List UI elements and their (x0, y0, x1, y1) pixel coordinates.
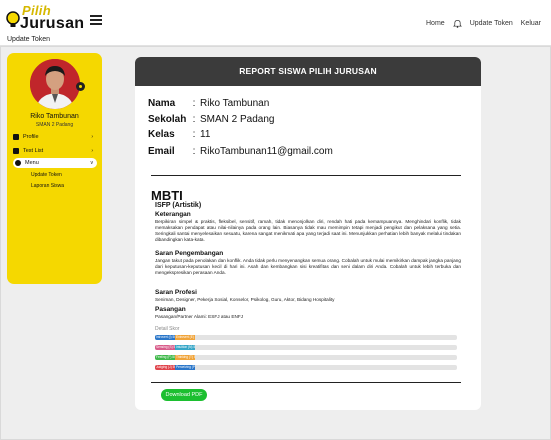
info-colon: : (192, 129, 196, 140)
chevron-down-icon: v (90, 160, 94, 166)
score-segment-a: Sensing (S) 50% (155, 345, 175, 350)
profile-photo (30, 59, 80, 109)
menu-toggle-icon[interactable] (90, 15, 102, 25)
sidebar: Riko Tambunan SMAN 2 Padang Profile › Te… (7, 53, 102, 284)
info-row-sekolah: Sekolah : SMAN 2 Padang (148, 114, 275, 125)
info-row-nama: Nama : Riko Tambunan (148, 98, 269, 109)
score-bar: Feeling (F) 50% Thinking (T) 50% (155, 355, 457, 360)
avatar[interactable] (30, 59, 80, 109)
sidebar-subitem-update-token[interactable]: Update Token (31, 172, 62, 178)
report-header: REPORT SISWA PILIH JURUSAN (135, 57, 481, 86)
info-colon: : (192, 98, 196, 109)
nav-update-token-link[interactable]: Update Token (470, 20, 513, 27)
menu-icon (15, 160, 21, 166)
lightbulb-icon (6, 11, 20, 27)
info-colon: : (192, 114, 196, 125)
pasangan-text: Pasangan/Partner Alami: ESFJ atau ENFJ (155, 314, 244, 319)
app-logo[interactable]: Pilih Jurusan (6, 3, 84, 33)
list-icon (13, 148, 19, 154)
info-value: RikoTambunan11@gmail.com (200, 146, 333, 157)
sidebar-subitem-laporan-siswa[interactable]: Laporan Siswa (31, 183, 64, 189)
score-bar: Judging (J) 50% Perceiving (P) 50% (155, 365, 457, 370)
saran-heading: Saran Pengembangan (155, 250, 224, 257)
mbti-type: ISFP (Artistik) (155, 202, 202, 209)
report-card: REPORT SISWA PILIH JURUSAN Nama : Riko T… (135, 57, 481, 410)
profesi-text: Seniman, Designer, Pekerja Sosial, Konse… (155, 297, 335, 302)
divider (151, 382, 461, 383)
top-bar: Pilih Jurusan Update Token Home Update T… (0, 0, 551, 46)
info-row-email: Email : RikoTambunan11@gmail.com (148, 146, 333, 157)
saran-text: Jangan takut pada penolakan dan konflik.… (155, 258, 461, 275)
sidebar-user-school: SMAN 2 Padang (35, 122, 74, 128)
mbti-title: MBTI (151, 188, 183, 203)
keterangan-heading: Keterangan (155, 211, 191, 218)
sidebar-item-profile[interactable]: Profile › (13, 132, 97, 142)
breadcrumb: Update Token (7, 36, 51, 43)
chevron-right-icon: › (91, 134, 93, 140)
score-segment-b: Perceiving (P) 50% (175, 365, 195, 370)
top-nav: Home Update Token Keluar (426, 19, 541, 28)
score-segment-b: Intuition (N) 50% (175, 345, 195, 350)
user-icon (13, 134, 19, 140)
score-bar: Sensing (S) 50% Intuition (N) 50% (155, 345, 457, 350)
score-segment-b: Extrovert (E) 50% (175, 335, 195, 340)
score-segment-a: Introvert (I) 50% (155, 335, 175, 340)
info-label: Nama (148, 98, 176, 109)
nav-home-link[interactable]: Home (426, 20, 445, 27)
sidebar-item-test-list[interactable]: Test List › (13, 146, 97, 156)
score-bar: Introvert (I) 50% Extrovert (E) 50% (155, 335, 457, 340)
info-value: SMAN 2 Padang (200, 114, 275, 125)
profesi-heading: Saran Profesi (155, 289, 197, 296)
gear-icon[interactable] (76, 82, 85, 91)
info-label: Sekolah (148, 114, 187, 125)
download-pdf-button[interactable]: Download PDF (161, 389, 207, 401)
divider (151, 175, 461, 176)
score-segment-b: Thinking (T) 50% (175, 355, 195, 360)
info-value: Riko Tambunan (200, 98, 270, 109)
keterangan-text: Berpikiran simpel & praktis, fleksibel, … (155, 219, 461, 242)
score-segment-a: Judging (J) 50% (155, 365, 175, 370)
detail-skor-label: Detail Skor (155, 326, 180, 332)
sidebar-item-label: Menu (25, 160, 39, 166)
sidebar-item-menu[interactable]: Menu v (13, 158, 97, 168)
sidebar-user-name: Riko Tambunan (30, 113, 79, 120)
info-row-kelas: Kelas : 11 (148, 129, 210, 140)
info-colon: : (192, 146, 196, 157)
chevron-right-icon: › (91, 148, 93, 154)
info-value: 11 (200, 129, 211, 140)
logo-text-bottom: Jurusan (20, 15, 85, 32)
pasangan-heading: Pasangan (155, 306, 186, 313)
sidebar-item-label: Test List (23, 148, 44, 154)
info-label: Kelas (148, 129, 175, 140)
nav-logout-link[interactable]: Keluar (521, 20, 541, 27)
sidebar-item-label: Profile (23, 134, 39, 140)
score-segment-a: Feeling (F) 50% (155, 355, 175, 360)
info-label: Email (148, 146, 175, 157)
bell-icon[interactable] (452, 19, 462, 28)
